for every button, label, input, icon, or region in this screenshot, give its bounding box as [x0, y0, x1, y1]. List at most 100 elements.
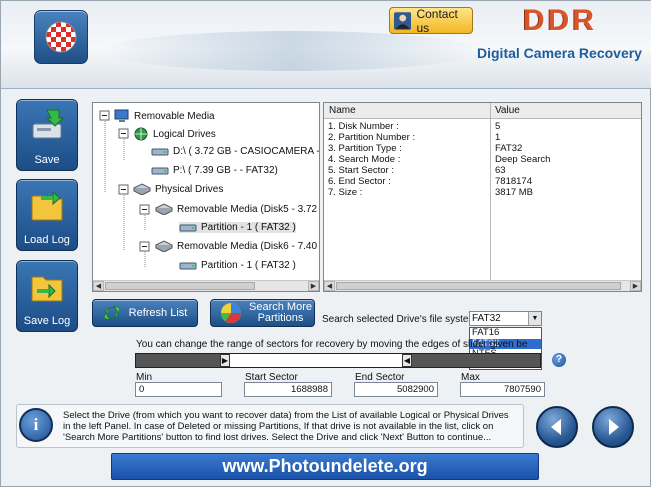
table-row: 5. Start Sector : 63 [328, 165, 628, 176]
save-button[interactable]: Save [16, 99, 78, 171]
row-name: 1. Disk Number : [328, 121, 399, 132]
drive-icon [151, 148, 169, 155]
drive-icon [151, 167, 169, 174]
fs-search-label: Search selected Drive's file system as [322, 314, 491, 325]
tree-disk6-partition-label: Partition - 1 ( FAT32 ) [201, 260, 296, 271]
tree-drive-p-label: P:\ ( 7.39 GB - - FAT32) [173, 165, 278, 176]
tree-disk6-partition[interactable]: Partition - 1 ( FAT32 ) [179, 260, 296, 271]
tree-drive-d[interactable]: D:\ ( 3.72 GB - CASIOCAMERA - FA [151, 146, 320, 157]
user-icon [394, 11, 412, 30]
tree-drive-d-label: D:\ ( 3.72 GB - CASIOCAMERA - FA [173, 146, 320, 157]
sector-range-slider[interactable]: ▶ ◀ [135, 353, 541, 368]
col-value-header[interactable]: Value [495, 105, 520, 116]
tree-disk5-partition[interactable]: Partition - 1 ( FAT32 ) [179, 222, 296, 233]
product-title: Digital Camera Recovery [477, 45, 642, 61]
slider-selected-range [230, 354, 402, 367]
brand-logo: DDR [523, 4, 597, 37]
table-horizontal-scrollbar[interactable]: ◀ ▶ [324, 280, 641, 291]
scroll-left-arrow-icon[interactable]: ◀ [93, 281, 104, 291]
load-log-label: Load Log [24, 234, 70, 246]
search-more-partitions-button[interactable]: Search More Partitions [210, 299, 315, 327]
partition-info-table: Name Value 1. Disk Number : 5 2. Partiti… [323, 102, 642, 292]
row-name: 6. End Sector : [328, 176, 391, 187]
table-row: 4. Search Mode : Deep Search [328, 154, 628, 165]
tree-disk5-partition-label: Partition - 1 ( FAT32 ) [201, 222, 296, 233]
help-icon[interactable]: ? [552, 353, 566, 367]
slider-end-handle[interactable]: ◀ [402, 354, 412, 367]
tree-physical-label: Physical Drives [155, 183, 224, 195]
row-value: 63 [495, 165, 506, 176]
pie-chart-icon [221, 303, 241, 323]
save-log-button[interactable]: Save Log [16, 260, 78, 332]
row-value: Deep Search [495, 154, 551, 165]
hard-disk-icon [133, 183, 151, 195]
row-name: 5. Start Sector : [328, 165, 394, 176]
folder-save-icon [31, 276, 63, 302]
contact-us-button[interactable]: Contact us [389, 6, 473, 35]
scroll-thumb[interactable] [105, 282, 255, 290]
col-name-header[interactable]: Name [329, 105, 356, 116]
tree-root-label: Removable Media [134, 110, 215, 122]
table-row: 1. Disk Number : 5 [328, 121, 628, 132]
arrow-right-icon [609, 419, 619, 435]
header: Contact us DDR Digital Camera Recovery [1, 1, 651, 89]
scroll-right-arrow-icon[interactable]: ▶ [308, 281, 319, 291]
tree-horizontal-scrollbar[interactable]: ◀ ▶ [93, 280, 319, 291]
info-icon: i [19, 408, 53, 442]
computer-icon [114, 109, 129, 122]
tree-drive-p[interactable]: P:\ ( 7.39 GB - - FAT32) [151, 165, 278, 176]
row-name: 4. Search Mode : [328, 154, 401, 165]
table-row: 3. Partition Type : FAT32 [328, 143, 628, 154]
tree-disk5-label: Removable Media (Disk5 - 3.72 GB) [177, 203, 319, 215]
tree-logical-label: Logical Drives [153, 128, 216, 140]
row-value: 5 [495, 121, 501, 132]
start-sector-field[interactable]: 1688988 [244, 382, 332, 397]
instruction-text: Select the Drive (from which you want to… [63, 410, 509, 443]
drive-icon [179, 262, 197, 269]
contact-us-label: Contact us [416, 6, 458, 35]
header-decoration [101, 31, 481, 71]
arrow-left-icon [551, 419, 561, 435]
slider-start-handle[interactable]: ▶ [220, 354, 230, 367]
table-row: 7. Size : 3817 MB [328, 187, 628, 198]
tree-physical-drives[interactable]: Physical Drives [133, 183, 223, 195]
save-log-label: Save Log [23, 315, 71, 327]
table-row: 2. Partition Number : 1 [328, 132, 628, 143]
scroll-left-arrow-icon[interactable]: ◀ [324, 281, 335, 291]
row-value: 3817 MB [495, 187, 534, 198]
load-log-button[interactable]: Load Log [16, 179, 78, 251]
filesystem-select[interactable]: FAT32 ▼ [469, 311, 542, 326]
row-value: FAT32 [495, 143, 523, 154]
hard-disk-icon [155, 203, 173, 215]
end-sector-field[interactable]: 5082900 [354, 382, 438, 397]
folder-load-icon [31, 190, 63, 221]
tree-disk6[interactable]: Removable Media (Disk6 - 7.40 GB) [155, 240, 319, 252]
next-button[interactable] [592, 406, 634, 448]
table-header: Name Value [324, 103, 641, 119]
tree-root-removable-media[interactable]: Removable Media [114, 109, 215, 123]
drive-tree[interactable]: Removable Media Logical Drives D:\ ( 3.7… [92, 102, 320, 292]
app-logo [34, 10, 88, 64]
tree-disk5[interactable]: Removable Media (Disk5 - 3.72 GB) [155, 203, 319, 215]
table-row: 6. End Sector : 7818174 [328, 176, 628, 187]
globe-disk-icon [134, 127, 148, 141]
fs-option-fat16[interactable]: FAT16 [470, 327, 541, 339]
row-name: 2. Partition Number : [328, 132, 416, 143]
scroll-thumb[interactable] [336, 282, 621, 290]
app-window: Contact us DDR Digital Camera Recovery S… [0, 0, 651, 487]
row-value: 7818174 [495, 176, 532, 187]
refresh-list-label: Refresh List [128, 307, 188, 319]
range-instruction: You can change the range of sectors for … [136, 339, 528, 350]
back-button[interactable] [536, 406, 578, 448]
row-name: 7. Size : [328, 187, 363, 198]
tree-logical-drives[interactable]: Logical Drives [133, 127, 216, 141]
row-value: 1 [495, 132, 501, 143]
tree-disk6-label: Removable Media (Disk6 - 7.40 GB) [177, 240, 319, 252]
drive-icon [179, 224, 197, 231]
max-field: 7807590 [460, 382, 545, 397]
website-banner[interactable]: www.Photoundelete.org [111, 453, 539, 480]
refresh-list-button[interactable]: Refresh List [92, 299, 198, 327]
scroll-right-arrow-icon[interactable]: ▶ [630, 281, 641, 291]
save-label: Save [34, 154, 60, 166]
chevron-down-icon[interactable]: ▼ [528, 312, 541, 325]
